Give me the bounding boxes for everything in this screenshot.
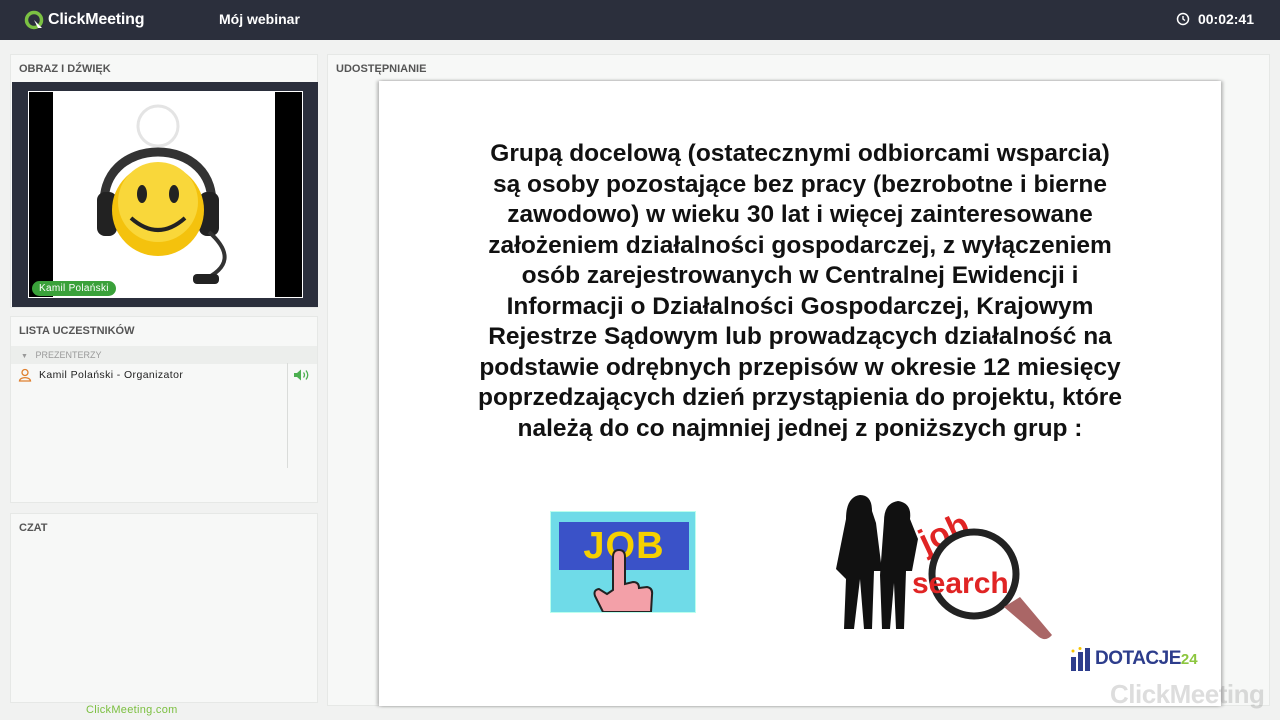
clickmeeting-link[interactable]: ClickMeeting.com	[86, 704, 178, 716]
speaker-icon[interactable]	[293, 368, 311, 382]
presenter-name-tag: Kamil Polański	[32, 281, 116, 296]
sponsor-name: DOTACJE	[1095, 648, 1181, 669]
slide-text: Grupą docelową (ostatecznymi odbiorcami …	[415, 139, 1185, 444]
participant-name: Kamil Polański - Organizator	[39, 369, 184, 381]
av-panel-title: OBRAZ I DŹWIĘK	[19, 63, 111, 75]
presenter-video[interactable]: Kamil Polański	[28, 91, 303, 298]
collapse-arrow-icon: ▼	[21, 353, 28, 360]
session-timer: 00:02:41	[1176, 11, 1254, 27]
participant-row[interactable]: Kamil Polański - Organizator	[11, 364, 317, 386]
clock-icon	[1176, 12, 1190, 26]
slide-line: założeniem działalności gospodarczej, z …	[488, 231, 1112, 259]
brand-name: ClickMeeting	[48, 11, 145, 28]
participants-panel-title: LISTA UCZESTNIKÓW	[19, 325, 135, 337]
slide-line: zawodowo) w wieku 30 lat i więcej zainte…	[507, 201, 1093, 228]
webinar-title: Mój webinar	[219, 11, 300, 27]
smiley-headset-image	[97, 104, 227, 284]
video-area: Kamil Polański	[12, 82, 318, 307]
sponsor-number: 24	[1180, 650, 1198, 668]
slide-line: Rejestrze Sądowym lub prowadzących dział…	[488, 323, 1112, 350]
user-icon	[18, 368, 32, 382]
building-chart-icon	[1071, 647, 1090, 671]
job-search-image: job search	[836, 495, 1052, 640]
pointing-hand-icon	[593, 548, 654, 612]
presenter-video-frame	[53, 92, 275, 297]
slide-line: należą do co najmniej jednej z poniższyc…	[517, 414, 1083, 442]
brand-logo: ClickMeeting	[24, 10, 144, 30]
slide-line: są osoby pozostające bez pracy (bezrobot…	[492, 170, 1108, 198]
clickmeeting-watermark: ClickMeeting	[1110, 679, 1265, 709]
slide-line: osób zarejestrowanych w Centralnej Ewide…	[521, 262, 1079, 289]
share-panel-title: UDOSTĘPNIANIE	[336, 63, 427, 75]
chat-panel-title: CZAT	[19, 522, 48, 534]
slide-line: Informacji o Działalności Gospodarczej, …	[506, 292, 1094, 320]
search-word: search	[912, 567, 1009, 600]
av-panel: OBRAZ I DŹWIĘK Kamil Polański	[10, 54, 318, 308]
clickmeeting-logo-icon	[24, 10, 44, 30]
share-panel: UDOSTĘPNIANIE Grupą docelową (ostateczny…	[327, 54, 1270, 709]
presentation-slide: Grupą docelową (ostatecznymi odbiorcami …	[379, 81, 1265, 709]
job-image: JOB	[550, 511, 696, 613]
presenters-group-label: PREZENTERZY	[35, 350, 102, 360]
participants-panel: LISTA UCZESTNIKÓW ▼ PREZENTERZY Kamil Po…	[10, 316, 318, 503]
chat-panel: CZAT	[10, 513, 318, 703]
top-bar: ClickMeeting Mój webinar 00:02:41	[0, 0, 1280, 40]
participants-divider	[287, 363, 288, 468]
slide-line: podstawie odrębnych przepisów w okresie …	[479, 353, 1121, 381]
presenters-group[interactable]: ▼ PREZENTERZY	[11, 346, 317, 364]
sponsor-logo: DOTACJE 24	[1069, 647, 1198, 671]
slide-line: Grupą docelową (ostatecznymi odbiorcami …	[490, 140, 1110, 167]
timer-value: 00:02:41	[1197, 11, 1254, 27]
slide-line: poprzedzających dzień przystąpienia do p…	[478, 384, 1122, 411]
